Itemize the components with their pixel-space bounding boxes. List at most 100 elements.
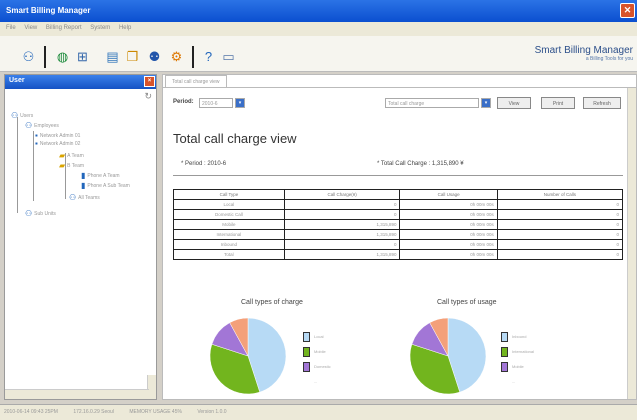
brand-name: Smart Billing Manager (534, 45, 633, 56)
divider (173, 175, 623, 176)
tree-item[interactable]: ▪ Network Admin 02 (35, 139, 80, 148)
period-input[interactable]: 2010-6 (199, 98, 233, 108)
group-icon: ⚇ (69, 193, 77, 202)
status-version: Version 1.0.0 (197, 409, 227, 415)
tree-item[interactable]: ⚇ Users (11, 111, 33, 120)
table-header-row: Call Type Call Charge(¥) Call Usage Numb… (173, 189, 624, 200)
report-icon[interactable]: ▤ (104, 48, 121, 65)
legend-swatch (501, 346, 508, 357)
tree-line (33, 131, 34, 201)
brand-tagline: a Billing Tools for you (585, 56, 633, 62)
legend-item: Local (303, 329, 331, 344)
status-host: 172.16.0.29 Seoul (73, 409, 114, 415)
status-bar: 2010-06-14 09:43 25PM 172.16.0.29 Seoul … (0, 404, 637, 420)
globe-icon[interactable]: ◍ (54, 48, 71, 65)
legend-item: Mobile (501, 359, 534, 374)
refresh-button[interactable]: Refresh (583, 97, 621, 109)
column-header: Number of Calls (496, 189, 624, 200)
close-icon: ✕ (623, 5, 632, 15)
help-icon[interactable]: ? (200, 48, 217, 65)
user-panel-header: User × (5, 75, 156, 89)
table-row: Inbound 0 0h 00m 00s 0 (173, 239, 624, 250)
status-datetime: 2010-06-14 09:43 25PM (4, 409, 58, 415)
toolbar-separator (192, 46, 194, 68)
refresh-icon[interactable]: ↻ (144, 91, 152, 102)
usage-pie-chart (409, 317, 487, 395)
column-header: Call Usage (399, 189, 498, 200)
usage-legend: Inbound International Mobile ... (501, 329, 534, 389)
table-row: International 1,315,890 0h 00m 00s 0 (173, 229, 624, 240)
table-row: Local 0 0h 00m 00s 0 (173, 199, 624, 210)
group-icon: ⚇ (25, 209, 33, 218)
content-scrollbar[interactable] (627, 88, 636, 399)
view-button[interactable]: View (497, 97, 531, 109)
tree-item[interactable]: ▮ Phone A Team (81, 171, 120, 180)
tab-total-call-charge[interactable]: Total call charge view (165, 75, 227, 87)
group-icon[interactable]: ⚉ (146, 48, 163, 65)
table-row: Mobile 1,315,890 0h 00m 00s 0 (173, 219, 624, 230)
user-panel-title: User (9, 77, 25, 84)
group-icon: ⚇ (25, 121, 33, 130)
legend-swatch (303, 331, 310, 342)
period-summary: * Period : 2010-6 (181, 161, 227, 167)
menu-billing-report[interactable]: Billing Report (46, 25, 82, 31)
type-select[interactable]: Total call charge (385, 98, 479, 108)
user-icon: ▮ (81, 171, 86, 180)
users-icon[interactable]: ⚇ (20, 48, 37, 65)
column-header: Call Type (173, 189, 285, 200)
legend-item: Mobile (303, 344, 331, 359)
charge-chart-title: Call types of charge (241, 299, 303, 306)
status-memory: MEMORY USAGE 45% (129, 409, 182, 415)
document-icon[interactable]: ▭ (220, 48, 237, 65)
user-panel-close-button[interactable]: × (144, 76, 155, 87)
brand-logo: Smart Billing Manager a Billing Tools fo… (535, 45, 633, 62)
menu-help[interactable]: Help (119, 25, 131, 31)
folder-icon: ▰ (59, 161, 66, 170)
chevron-down-icon: ▾ (484, 100, 488, 106)
legend-swatch (303, 346, 310, 357)
charge-pie-chart (209, 317, 287, 395)
tree-item[interactable]: ⚇ Employees (25, 121, 59, 130)
settings-icon[interactable]: ⚙ (168, 48, 185, 65)
period-label: Period: (173, 99, 194, 105)
menu-file[interactable]: File (6, 25, 16, 31)
group-icon: ⚇ (11, 111, 19, 120)
tab-divider (163, 87, 636, 88)
tree-item[interactable]: ⚇ All Teams (69, 193, 100, 202)
total-summary: * Total Call Charge : 1,315,890 ¥ (377, 161, 464, 167)
tree-item[interactable]: ⚇ Sub Units (25, 209, 56, 218)
type-dropdown-button[interactable]: ▾ (481, 98, 491, 108)
user-panel: User × ↻ ⚇ Users ⚇ Employees ▪ Network Admi… (4, 74, 157, 400)
window-close-button[interactable]: ✕ (620, 3, 635, 18)
folder-icon[interactable]: ❐ (124, 48, 141, 65)
user-icon: ▮ (81, 181, 86, 190)
chevron-down-icon: ▾ (238, 100, 242, 106)
charge-legend: Local Mobile Domestic ... (303, 329, 331, 389)
main-content: Total call charge view Period: 2010-6 ▾ … (162, 74, 637, 400)
window-titlebar: Smart Billing Manager ✕ (0, 0, 637, 22)
table-row: Domestic Call 0 0h 00m 00s 0 (173, 209, 624, 220)
tree-item[interactable]: ▮ Phone A Sub Team (81, 181, 130, 190)
menu-system[interactable]: System (90, 25, 110, 31)
legend-item: ... (314, 379, 318, 384)
legend-item: Domestic (303, 359, 331, 374)
window-title: Smart Billing Manager (6, 6, 91, 15)
column-header: Call Charge(¥) (283, 189, 401, 200)
tree-item[interactable]: ▰ A Team (59, 151, 84, 160)
menu-bar: File View Billing Report System Help (0, 22, 637, 36)
user-panel-hscrollbar[interactable] (5, 389, 149, 399)
menu-view[interactable]: View (24, 25, 37, 31)
folder-icon: ▰ (59, 151, 66, 160)
usage-chart-title: Call types of usage (437, 299, 497, 306)
legend-swatch (501, 331, 508, 342)
legend-swatch (501, 361, 508, 372)
legend-item: Inbound (501, 329, 534, 344)
tree-item[interactable]: ▰ B Team (59, 161, 84, 170)
close-icon: × (147, 78, 152, 84)
print-button[interactable]: Print (541, 97, 575, 109)
tree-line (17, 117, 18, 213)
period-dropdown-button[interactable]: ▾ (235, 98, 245, 108)
legend-item: International (501, 344, 534, 359)
toolbar-separator (44, 46, 46, 68)
network-icon[interactable]: ⊞ (74, 48, 91, 65)
